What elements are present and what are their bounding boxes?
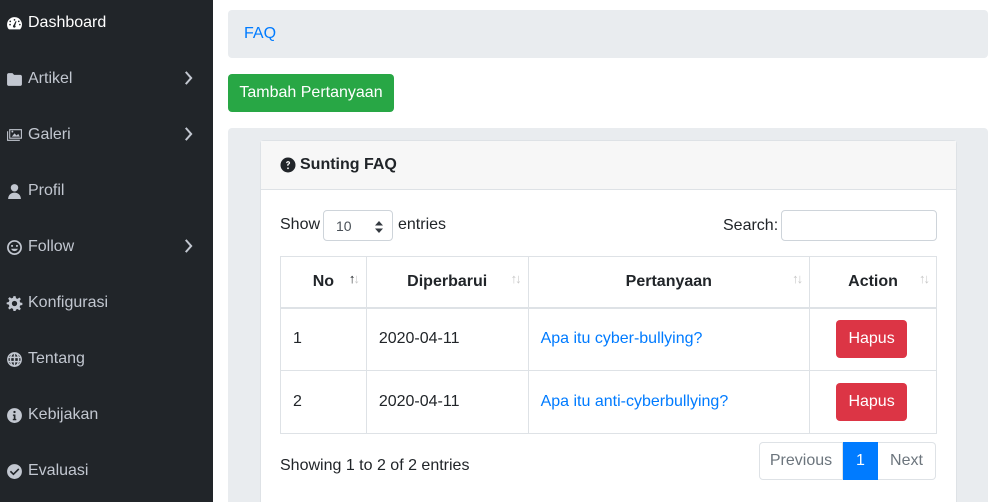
panel-background: Sunting FAQ Show 10 entries Search: No ↑↓… — [228, 128, 988, 502]
search-input[interactable] — [781, 210, 937, 241]
column-header-no[interactable]: No ↑↓ — [280, 256, 367, 309]
card-header: Sunting FAQ — [261, 141, 956, 190]
sidebar-item-label: Tentang — [28, 350, 85, 367]
user-icon — [5, 182, 23, 200]
question-link[interactable]: Apa itu anti-cyberbullying? — [541, 393, 729, 410]
sidebar-item-dashboard[interactable]: Dashboard — [0, 3, 213, 43]
column-header-pertanyaan[interactable]: Pertanyaan ↑↓ — [527, 256, 811, 309]
table-info: Showing 1 to 2 of 2 entries — [280, 457, 470, 474]
sidebar-item-artikel[interactable]: Artikel — [0, 59, 213, 99]
faq-card: Sunting FAQ Show 10 entries Search: No ↑↓… — [260, 140, 957, 502]
sidebar-item-label: Dashboard — [28, 14, 107, 31]
delete-button[interactable]: Hapus — [836, 383, 908, 421]
sidebar-item-konfigurasi[interactable]: Konfigurasi — [0, 283, 213, 323]
tachometer-icon — [5, 14, 23, 32]
cell-date: 2020-04-11 — [365, 307, 529, 371]
sidebar-item-follow[interactable]: Follow — [0, 227, 213, 267]
cell-no: 1 — [280, 307, 367, 371]
search-label: Search: — [723, 217, 779, 234]
table-row: 1 2020-04-11 Apa itu cyber-bullying? Hap… — [280, 307, 937, 371]
cell-question: Apa itu cyber-bullying? — [527, 307, 811, 371]
show-label: Show — [280, 216, 321, 233]
table-row: 2 2020-04-11 Apa itu anti-cyberbullying?… — [280, 370, 937, 434]
sidebar-item-label: Evaluasi — [28, 462, 89, 479]
add-question-button[interactable]: Tambah Pertanyaan — [228, 74, 394, 112]
sidebar-item-label: Artikel — [28, 70, 73, 87]
folder-icon — [5, 70, 23, 88]
check-circle-icon — [5, 462, 23, 480]
faq-table: No ↑↓ Diperbarui ↑↓ Pertanyaan ↑↓ Action ↑↓ … — [280, 256, 937, 434]
cell-no: 2 — [280, 370, 367, 434]
page-length-select[interactable]: 10 — [323, 210, 393, 241]
pagination-next[interactable]: Next — [878, 442, 936, 480]
card-title: Sunting FAQ — [300, 156, 397, 173]
breadcrumb-link-faq[interactable]: FAQ — [244, 25, 276, 43]
cog-icon — [5, 294, 23, 312]
question-link[interactable]: Apa itu cyber-bullying? — [541, 330, 703, 347]
cell-action: Hapus — [809, 370, 937, 434]
sidebar-item-label: Follow — [28, 238, 75, 255]
sidebar-item-galeri[interactable]: Galeri — [0, 115, 213, 155]
sort-asc-icon: ↑↓ — [348, 271, 360, 286]
pagination: Previous 1 Next — [759, 442, 936, 480]
sidebar-item-profil[interactable]: Profil — [0, 171, 213, 211]
cell-action: Hapus — [809, 307, 937, 371]
entries-label: entries — [398, 216, 447, 233]
question-circle-icon — [280, 157, 296, 173]
table-header-row: No ↑↓ Diperbarui ↑↓ Pertanyaan ↑↓ Action ↑↓ — [280, 256, 937, 309]
sidebar-item-tentang[interactable]: Tentang — [0, 339, 213, 379]
sort-icon: ↑↓ — [919, 271, 930, 286]
sort-icon: ↑↓ — [510, 271, 522, 286]
page-length-value: 10 — [336, 217, 352, 234]
main-content: FAQ Tambah Pertanyaan Sunting FAQ Show 1… — [213, 0, 999, 502]
column-header-diperbarui[interactable]: Diperbarui ↑↓ — [365, 256, 529, 309]
table-controls: Show 10 entries Search: — [280, 210, 937, 242]
chevron-right-icon — [183, 71, 193, 85]
sidebar-item-label: Konfigurasi — [28, 294, 109, 311]
sidebar-item-kebijakan[interactable]: Kebijakan — [0, 395, 213, 435]
sidebar-item-label: Kebijakan — [28, 406, 99, 423]
pagination-previous[interactable]: Previous — [759, 442, 843, 480]
sidebar-item-label: Profil — [28, 182, 65, 199]
globe-icon — [5, 350, 23, 368]
sidebar-item-label: Galeri — [28, 126, 71, 143]
sidebar: Dashboard Artikel Galeri Profil Follow K… — [0, 0, 213, 502]
delete-button[interactable]: Hapus — [836, 320, 908, 359]
breadcrumb: FAQ — [228, 10, 988, 58]
sidebar-item-evaluasi[interactable]: Evaluasi — [0, 451, 213, 491]
sort-icon: ↑↓ — [792, 271, 803, 286]
pagination-page-current[interactable]: 1 — [843, 442, 878, 480]
images-icon — [5, 126, 23, 144]
cell-date: 2020-04-11 — [365, 370, 529, 434]
smile-icon — [5, 238, 23, 256]
select-arrows-icon — [375, 220, 383, 233]
column-header-action[interactable]: Action ↑↓ — [809, 256, 937, 309]
chevron-right-icon — [183, 239, 193, 253]
chevron-right-icon — [183, 127, 193, 141]
cell-question: Apa itu anti-cyberbullying? — [527, 370, 811, 434]
info-circle-icon — [5, 406, 23, 424]
